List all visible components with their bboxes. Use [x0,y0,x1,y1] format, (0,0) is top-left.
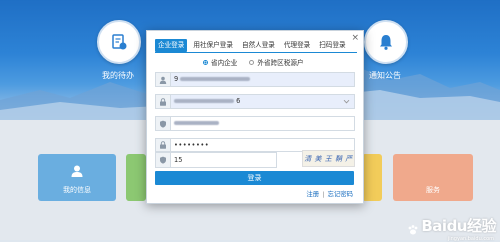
taxpayer-id-value: 9 [174,73,251,86]
captcha-text: 清 美 王 鞘 严 [304,154,353,163]
service-label: 服务 [426,186,440,194]
shield-icon [156,117,171,130]
password-value: •••••••• [174,141,210,149]
link-separator: | [322,190,325,198]
login-tabs: 企业登录 用社保户登录 自然人登录 代理登录 扫码登录 [155,39,351,52]
enterprise-type-radios: 省内企业 外省跨区税源户 [203,57,304,67]
service-tile[interactable]: 服务 [393,154,473,201]
my-info-tile[interactable]: 我的信息 [38,154,116,201]
baidu-watermark: Baidu经验 jingyan.baidu.com [407,215,496,242]
captcha-input[interactable]: 15 [155,152,277,168]
username-value [174,117,219,130]
user-icon [156,73,171,86]
radio-in-province-label: 省内企业 [211,59,238,67]
todo-label: 我的待办 [102,71,134,80]
redacted-text [174,99,234,103]
radio-out-of-province-label: 外省跨区税源户 [257,59,304,67]
radio-selected-icon [203,59,208,65]
tab-agent-login[interactable]: 代理登录 [281,39,313,52]
close-icon[interactable]: × [351,34,359,43]
tab-qr-login[interactable]: 扫码登录 [316,39,348,52]
watermark-text: Baidu经验 [421,217,496,235]
register-link[interactable]: 注册 [306,190,319,198]
account-select[interactable]: 6 [155,94,355,109]
redacted-text [174,121,219,125]
todo-icon [112,34,127,50]
tab-underline [155,52,357,53]
todo-shortcut[interactable] [97,20,141,64]
tab-individual-login[interactable]: 自然人登录 [239,39,278,52]
notice-label: 通知公告 [369,71,401,80]
account-links: 注册 | 忘记密码 [306,189,353,198]
shield-check-icon [156,153,171,167]
taxpayer-id-field[interactable]: 9 [155,72,355,87]
paw-icon [408,225,418,235]
forgot-password-link[interactable]: 忘记密码 [327,190,353,198]
watermark-url: jingyan.baidu.com [447,236,494,242]
chevron-down-icon[interactable] [343,98,350,105]
tab-social-security-login[interactable]: 用社保户登录 [190,39,236,52]
tab-enterprise-login[interactable]: 企业登录 [155,39,188,52]
radio-unselected-icon [249,59,255,65]
login-dialog: × 企业登录 用社保户登录 自然人登录 代理登录 扫码登录 省内企业 外省跨区税… [146,30,364,204]
yellow-tile[interactable] [362,154,382,201]
redacted-text [180,77,251,81]
green-tile[interactable] [126,154,146,201]
login-button[interactable]: 登录 [155,171,354,185]
captcha-image[interactable]: 清 美 王 鞘 严 [302,150,355,167]
my-info-label: 我的信息 [63,186,91,194]
radio-in-province[interactable]: 省内企业 [203,57,237,67]
captcha-input-value: 15 [174,156,183,164]
username-field[interactable] [155,116,355,131]
account-value: 6 [174,95,240,108]
radio-out-of-province[interactable]: 外省跨区税源户 [249,57,304,67]
bell-icon [380,35,392,50]
lock-icon [156,95,171,108]
user-icon [71,165,83,177]
notice-shortcut[interactable] [364,20,408,64]
password-lock-icon [156,139,171,151]
